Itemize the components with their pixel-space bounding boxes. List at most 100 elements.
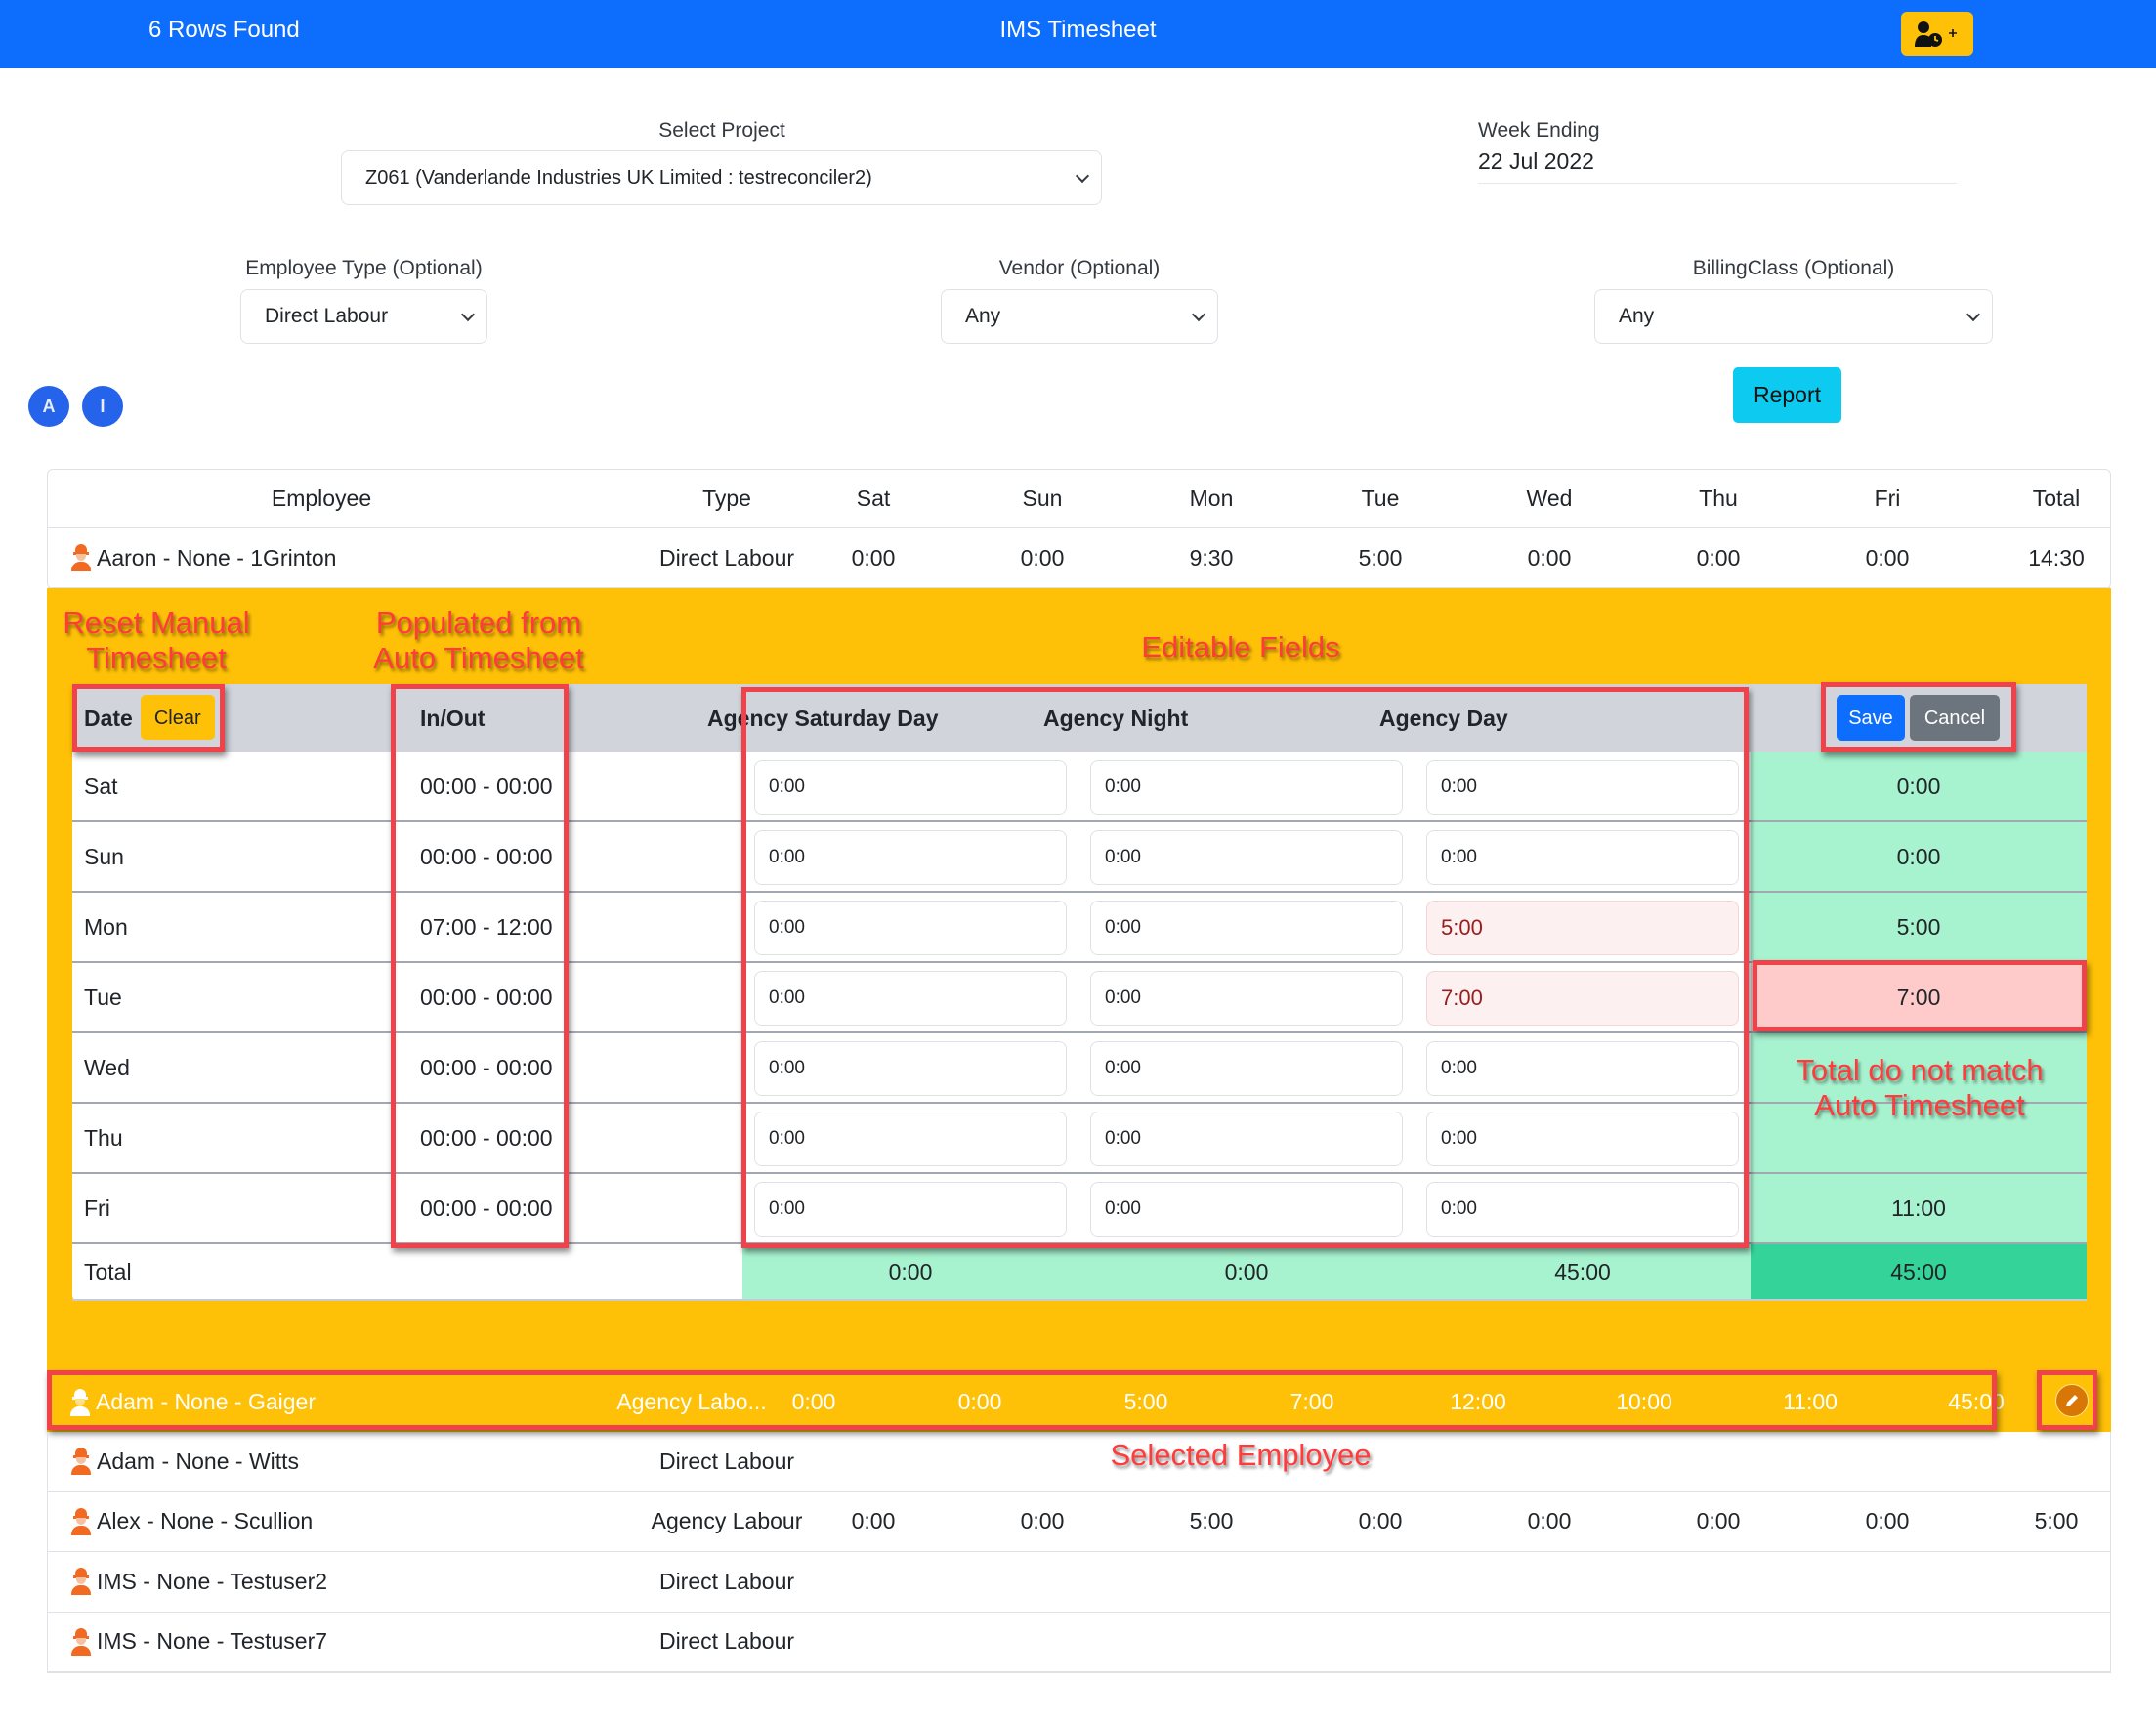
agency-night-input[interactable]: 0:00: [1090, 1182, 1403, 1237]
hours-sun: 0:00: [957, 1389, 1002, 1414]
day-total: 11:00: [1751, 1174, 2087, 1242]
agency-saturday-day-input[interactable]: 0:00: [754, 1041, 1067, 1096]
agency-night-input[interactable]: 0:00: [1090, 971, 1403, 1026]
construction-worker-icon: [71, 1627, 91, 1656]
billing-class-select[interactable]: Any: [1594, 289, 1993, 344]
agency-night-input[interactable]: 0:00: [1090, 901, 1403, 955]
daily-hours-editor: Date Clear In/Out Agency Saturday Day Ag…: [72, 684, 2087, 1301]
week-ending-input[interactable]: 22 Jul 2022: [1478, 148, 1957, 184]
agency-saturday-day-input[interactable]: 0:00: [754, 901, 1067, 955]
hours-thu: 0:00: [1696, 544, 1741, 570]
editor-total-row: Total 0:00 0:00 45:00 45:00: [72, 1244, 2087, 1301]
selected-employee-row[interactable]: Adam - None - Gaiger Agency Labo... 0:00…: [47, 1372, 2111, 1432]
vendor-select[interactable]: Any: [941, 289, 1218, 344]
agency-saturday-day-input[interactable]: 0:00: [754, 971, 1067, 1026]
table-header-row: Employee Type Sat Sun Mon Tue Wed Thu Fr…: [48, 470, 2110, 528]
user-clock-plus-icon: [1915, 21, 1957, 47]
agency-saturday-day-input[interactable]: 0:00: [754, 760, 1067, 815]
vendor-value: Any: [965, 305, 1001, 327]
column-header-sat[interactable]: Sat: [790, 470, 956, 527]
editor-day-row: Fri 00:00 - 00:00 0:00 0:00 0:00 11:00: [72, 1174, 2087, 1244]
table-row[interactable]: Alex - None - Scullion Agency Labour 0:00 0…: [48, 1492, 2110, 1552]
hours-sat: 0:00: [851, 544, 896, 570]
hours-thu: [1635, 1552, 1801, 1612]
column-header-sun[interactable]: Sun: [959, 470, 1125, 527]
agency-day-input[interactable]: 0:00: [1426, 1112, 1739, 1166]
toggle-i-button[interactable]: I: [82, 386, 123, 427]
hours-sat: [790, 1552, 956, 1612]
save-button[interactable]: Save: [1837, 694, 1905, 741]
construction-worker-icon: [71, 1507, 91, 1535]
hours-wed: [1466, 1552, 1632, 1612]
chevron-down-icon: [1075, 168, 1090, 184]
hours-fri: 0:00: [1865, 544, 1910, 570]
toggle-a-button[interactable]: A: [28, 386, 69, 427]
in-out-time: 00:00 - 00:00: [420, 773, 553, 799]
hours-tue: 5:00: [1358, 544, 1403, 570]
column-header-tue[interactable]: Tue: [1297, 470, 1463, 527]
annotation-line: Reset Manual: [63, 606, 250, 640]
clear-button[interactable]: Clear: [140, 695, 215, 740]
construction-worker-icon: [71, 1568, 91, 1596]
editor-day-row: Sat 00:00 - 00:00 0:00 0:00 0:00 0:00: [72, 752, 2087, 822]
agency-night-header: Agency Night: [1043, 704, 1189, 731]
agency-night-input[interactable]: 0:00: [1090, 830, 1403, 885]
total-label: Total: [84, 1258, 132, 1284]
hours-tue: [1297, 1613, 1463, 1672]
project-select[interactable]: Z061 (Vanderlande Industries UK Limited …: [341, 150, 1102, 205]
hours-fri: 0:00: [1865, 1508, 1910, 1534]
top-navbar: 6 Rows Found IMS Timesheet: [0, 0, 2156, 68]
agency-day-input[interactable]: 7:00: [1426, 971, 1739, 1026]
agency-night-input[interactable]: 0:00: [1090, 1112, 1403, 1166]
agency-saturday-day-input[interactable]: 0:00: [754, 1182, 1067, 1237]
edit-button[interactable]: [2055, 1384, 2089, 1417]
day-label: Wed: [84, 1054, 130, 1080]
employee-name: Adam - None - Gaiger: [96, 1389, 316, 1414]
in-out-time: 07:00 - 12:00: [420, 913, 553, 940]
column-header-fri[interactable]: Fri: [1804, 470, 1970, 527]
annotation-line: Auto Timesheet: [1814, 1087, 2025, 1122]
total-agency-day: 45:00: [1415, 1244, 1751, 1299]
agency-saturday-day-input[interactable]: 0:00: [754, 830, 1067, 885]
column-header-total[interactable]: Total: [1973, 470, 2139, 527]
hours-total: 14:30: [2028, 544, 2085, 570]
annotation-line: Timesheet: [86, 640, 227, 675]
week-ending-label: Week Ending: [1478, 119, 1600, 142]
total-agency-saturday-day: 0:00: [742, 1244, 1078, 1299]
agency-day-input[interactable]: 0:00: [1426, 830, 1739, 885]
column-header-thu[interactable]: Thu: [1635, 470, 1801, 527]
employee-name: Adam - None - Witts: [97, 1448, 300, 1474]
hours-total: 5:00: [2034, 1508, 2079, 1534]
agency-day-input[interactable]: 0:00: [1426, 1041, 1739, 1096]
agency-night-input[interactable]: 0:00: [1090, 1041, 1403, 1096]
hours-total: 45:00: [1948, 1389, 2005, 1414]
hours-wed: 0:00: [1527, 1508, 1572, 1534]
column-header-employee[interactable]: Employee: [48, 470, 595, 527]
table-row[interactable]: IMS - None - Testuser2 Direct Labour: [48, 1552, 2110, 1613]
hours-wed: 12:00: [1450, 1389, 1506, 1414]
construction-worker-icon: [71, 544, 91, 571]
chevron-down-icon: [1191, 307, 1206, 322]
agency-night-input[interactable]: 0:00: [1090, 760, 1403, 815]
employee-type-select[interactable]: Direct Labour: [240, 289, 487, 344]
add-employee-timesheet-button[interactable]: [1901, 12, 1973, 56]
hours-sat: 0:00: [851, 1508, 896, 1534]
pencil-icon: [2066, 1395, 2078, 1406]
agency-day-input[interactable]: 5:00: [1426, 901, 1739, 955]
column-header-wed[interactable]: Wed: [1466, 470, 1632, 527]
agency-saturday-day-input[interactable]: 0:00: [754, 1112, 1067, 1166]
report-button[interactable]: Report: [1733, 367, 1841, 423]
employee-name: Aaron - None - 1Grinton: [97, 544, 337, 570]
agency-day-input[interactable]: 0:00: [1426, 1182, 1739, 1237]
annotation-line: Auto Timesheet: [373, 640, 584, 675]
agency-day-input[interactable]: 0:00: [1426, 760, 1739, 815]
hours-tue: 0:00: [1358, 1508, 1403, 1534]
cancel-button[interactable]: Cancel: [1910, 694, 2000, 741]
column-header-mon[interactable]: Mon: [1128, 470, 1294, 527]
annotation-line: Populated from: [375, 606, 582, 640]
hours-fri: [1804, 1613, 1970, 1672]
day-total: 0:00: [1751, 822, 2087, 891]
table-row[interactable]: Aaron - None - 1Grinton Direct Labour 0:…: [48, 528, 2110, 588]
table-row[interactable]: IMS - None - Testuser7 Direct Labour: [48, 1613, 2110, 1672]
hours-wed: 0:00: [1527, 544, 1572, 570]
